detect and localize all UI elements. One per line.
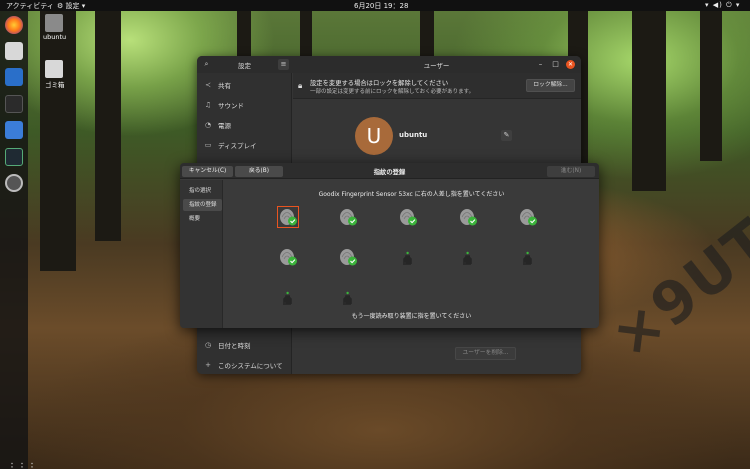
fingerprint-scan-pending-icon: [278, 287, 298, 307]
sidebar-item-displays[interactable]: ▭ ディスプレイ: [197, 135, 292, 155]
sidebar-item-power[interactable]: ◔ 電源: [197, 115, 292, 135]
unlock-title: 設定を変更する場合はロックを解除してください: [310, 80, 449, 87]
edit-pencil-icon[interactable]: ✎: [501, 130, 512, 141]
back-button[interactable]: 戻る(B): [235, 166, 283, 177]
sidebar-item-sharing[interactable]: ≺ 共有: [197, 75, 292, 95]
scan-instruction: Goodix Fingerprint Sensor 53xc に右の人差し指を置…: [318, 191, 505, 198]
hamburger-menu-icon[interactable]: ≡: [278, 59, 289, 70]
tree-trunk: [300, 11, 312, 61]
fingerprint-scan-done-icon: [398, 207, 418, 227]
username-label: ubuntu: [399, 131, 428, 139]
fingerprint-dialog: キャンセル(C) 戻る(B) 指紋の登録 進む(N) 指の選択 指紋の登録 概要…: [180, 163, 599, 328]
settings-icon[interactable]: [5, 174, 23, 192]
close-button[interactable]: ✕: [566, 60, 575, 69]
dialog-title: 指紋の登録: [373, 169, 406, 176]
home-folder-label: ubuntu: [43, 33, 67, 41]
fingerprint-scan-done-icon: [458, 207, 478, 227]
system-tray[interactable]: ▾ ◀) ⏻ ▾: [705, 1, 740, 10]
sidebar-item-label: サウンド: [218, 102, 244, 110]
dialog-header: キャンセル(C) 戻る(B) 指紋の登録 進む(N): [180, 163, 599, 179]
plus-icon: +: [205, 361, 211, 369]
sidebar-item-sound[interactable]: ♫ サウンド: [197, 95, 292, 115]
sidebar-item-label: このシステムについて: [218, 362, 283, 370]
files-icon[interactable]: [5, 42, 23, 60]
fingerprint-scan-pending-icon: [458, 247, 478, 267]
home-folder-icon[interactable]: [45, 14, 63, 32]
unlock-infobar: 🔒︎ 設定を変更する場合はロックを解除してください 一部の設定は変更する前にロッ…: [293, 73, 581, 99]
remove-user-button[interactable]: ユーザーを削除...: [455, 347, 516, 360]
sidebar-item-label: 電源: [218, 122, 231, 130]
show-apps-icon[interactable]: ⋮⋮⋮: [7, 462, 37, 469]
text-editor-icon[interactable]: [5, 121, 23, 139]
scan-bottom-instruction: もう一度読み取り装置に指を置いてください: [351, 313, 472, 320]
fingerprint-scan-done-icon: [518, 207, 538, 227]
sidebar-item-label: ディスプレイ: [218, 142, 257, 150]
sidebar-item-about[interactable]: + このシステムについて: [197, 355, 292, 374]
tree-trunk: [40, 11, 76, 271]
next-button[interactable]: 進む(N): [547, 166, 595, 177]
tree-trunk: [95, 11, 121, 241]
terminal-icon[interactable]: [5, 95, 23, 113]
tree-trunk: [632, 11, 666, 191]
writer-icon[interactable]: [5, 68, 23, 86]
fingerprint-scan-done-icon: [277, 206, 299, 228]
step-summary: 概要: [189, 216, 201, 222]
trash-label: ゴミ箱: [45, 81, 65, 89]
app-menu[interactable]: ⚙ 設定 ▾: [57, 1, 85, 11]
fingerprint-scan-pending-icon: [338, 287, 358, 307]
settings-header: ⌕ 設定 ≡ ユーザー – □ ✕: [197, 56, 581, 73]
trash-icon[interactable]: [45, 60, 63, 78]
step-enroll: 指紋の登録: [183, 199, 222, 211]
avatar[interactable]: U: [355, 117, 393, 155]
power-icon: ◔: [204, 121, 212, 129]
firefox-icon[interactable]: [5, 16, 23, 34]
activities-button[interactable]: アクティビティ: [6, 1, 54, 11]
tree-trunk: [700, 11, 722, 161]
system-monitor-icon[interactable]: [5, 148, 23, 166]
fingerprint-scan-done-icon: [338, 207, 358, 227]
fingerprint-scan-done-icon: [338, 247, 358, 267]
minimize-button[interactable]: –: [536, 60, 545, 69]
fingerprint-scan-done-icon: [278, 247, 298, 267]
unlock-subtitle: 一部の設定は変更する前にロックを解除しておく必要があります。: [310, 89, 475, 95]
sidebar-item-label: 日付と時刻: [218, 342, 251, 350]
steps-sidebar: 指の選択 指紋の登録 概要: [180, 180, 223, 328]
dock: ⋮⋮⋮: [0, 11, 37, 469]
unlock-button[interactable]: ロック解除...: [526, 79, 575, 92]
enroll-panel: Goodix Fingerprint Sensor 53xc に右の人差し指を置…: [224, 180, 599, 328]
music-note-icon: ♫: [204, 101, 212, 109]
sidebar-item-date-time[interactable]: ◷ 日付と時刻: [197, 335, 292, 355]
maximize-button[interactable]: □: [551, 60, 560, 69]
fingerprint-scan-pending-icon: [398, 247, 418, 267]
clock[interactable]: 6月20日 19：28: [354, 1, 408, 11]
fingerprint-scan-pending-icon: [518, 247, 538, 267]
lock-icon: 🔒︎: [298, 81, 303, 90]
cancel-button[interactable]: キャンセル(C): [182, 166, 233, 177]
step-select-finger: 指の選択: [189, 188, 212, 194]
top-bar: アクティビティ ⚙ 設定 ▾ 6月20日 19：28 ▾ ◀) ⏻ ▾: [0, 0, 750, 11]
display-icon: ▭: [204, 141, 212, 149]
tree-trunk: [420, 11, 434, 61]
share-icon: ≺: [205, 81, 211, 89]
sidebar-item-label: 共有: [218, 82, 231, 90]
clock-icon: ◷: [204, 341, 212, 349]
